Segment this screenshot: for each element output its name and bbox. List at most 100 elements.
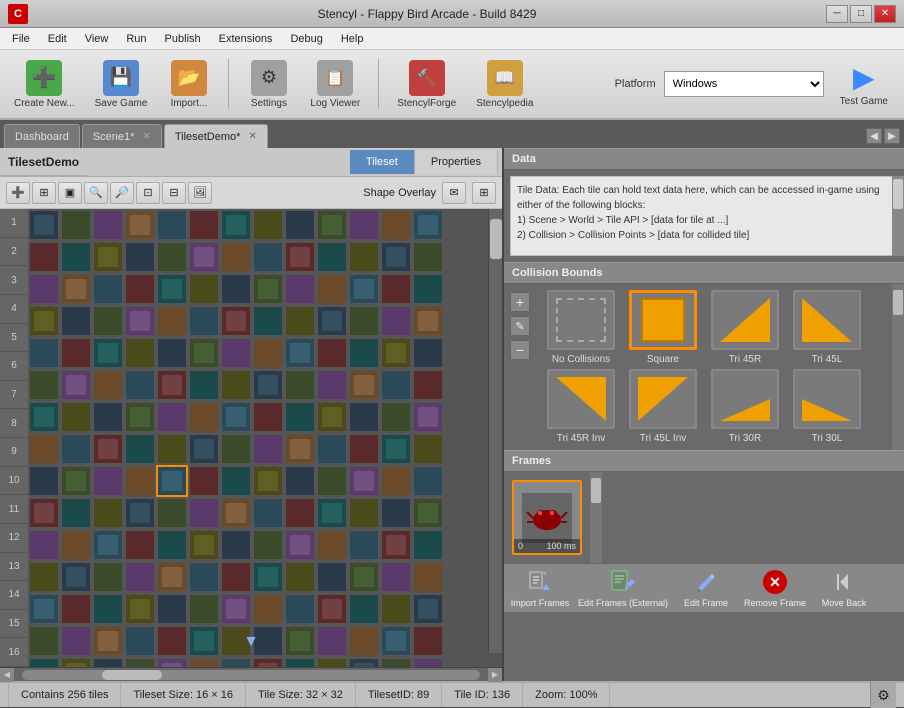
platform-select[interactable]: Windows Mac Linux Flash iOS Android <box>664 71 824 97</box>
tile-cell[interactable] <box>124 657 156 667</box>
tile-cell[interactable] <box>284 209 316 241</box>
tile-cell[interactable] <box>156 561 188 593</box>
collision-add-btn[interactable]: + <box>510 292 530 312</box>
tile-cell[interactable] <box>188 593 220 625</box>
collision-remove-btn[interactable]: − <box>510 340 530 360</box>
tile-cell[interactable] <box>284 657 316 667</box>
collision-tri45rinv-icon[interactable] <box>547 369 615 429</box>
tile-cell[interactable] <box>188 337 220 369</box>
tile-cell[interactable] <box>28 369 60 401</box>
tile-cell[interactable] <box>284 529 316 561</box>
tile-cell[interactable] <box>92 593 124 625</box>
tile-cell[interactable] <box>252 657 284 667</box>
data-section-scrollbar[interactable] <box>892 176 904 256</box>
ts-zoom-out-btn[interactable]: 🔎 <box>110 182 134 204</box>
tile-cell[interactable] <box>284 593 316 625</box>
tile-cell[interactable] <box>124 625 156 657</box>
h-scrollbar-thumb[interactable] <box>102 670 162 680</box>
tile-cell[interactable] <box>284 433 316 465</box>
tile-cell[interactable] <box>60 529 92 561</box>
tile-cell[interactable] <box>316 273 348 305</box>
tile-cell[interactable] <box>316 433 348 465</box>
tile-cell[interactable] <box>348 241 380 273</box>
stencylforge-button[interactable]: 🔨 StencylForge <box>391 56 462 113</box>
h-scrollbar[interactable]: ◀ ▶ <box>0 667 502 681</box>
tile-cell[interactable] <box>412 241 444 273</box>
frames-scrollbar-thumb[interactable] <box>591 478 601 503</box>
tile-cell[interactable] <box>60 625 92 657</box>
tile-cell[interactable] <box>412 401 444 433</box>
tile-cell[interactable] <box>156 497 188 529</box>
tab-scene1-close[interactable]: ✕ <box>142 131 150 142</box>
tab-properties[interactable]: Properties <box>415 150 498 174</box>
tile-cell[interactable] <box>124 433 156 465</box>
tile-cell[interactable] <box>412 497 444 529</box>
menu-view[interactable]: View <box>77 31 117 47</box>
tile-cell[interactable] <box>28 273 60 305</box>
tile-cell[interactable] <box>28 561 60 593</box>
tile-cell[interactable] <box>156 529 188 561</box>
tile-cell[interactable] <box>316 625 348 657</box>
ts-view-btn[interactable]: 🖼 <box>188 182 212 204</box>
tile-cell[interactable] <box>124 273 156 305</box>
tile-cell[interactable] <box>252 305 284 337</box>
log-viewer-button[interactable]: 📋 Log Viewer <box>304 56 366 113</box>
tile-cell[interactable] <box>28 497 60 529</box>
tab-dashboard[interactable]: Dashboard <box>4 124 80 148</box>
collision-tri30l-icon[interactable] <box>793 369 861 429</box>
tile-cell[interactable] <box>220 305 252 337</box>
tile-cell[interactable] <box>252 465 284 497</box>
tile-cell[interactable] <box>252 593 284 625</box>
tile-cell[interactable] <box>412 625 444 657</box>
scroll-right-btn[interactable]: ▶ <box>488 668 502 682</box>
create-new-button[interactable]: ➕ Create New... <box>8 56 81 113</box>
tile-cell[interactable] <box>28 625 60 657</box>
tile-cell[interactable] <box>284 625 316 657</box>
tile-cell[interactable] <box>220 465 252 497</box>
collision-tri30r-icon[interactable] <box>711 369 779 429</box>
tile-cell[interactable] <box>92 561 124 593</box>
ts-zoom-in-btn[interactable]: 🔍 <box>84 182 108 204</box>
tile-cell[interactable] <box>348 273 380 305</box>
tile-cell[interactable] <box>348 305 380 337</box>
tile-cell[interactable] <box>348 625 380 657</box>
tile-cell[interactable] <box>188 305 220 337</box>
tile-cell[interactable] <box>316 337 348 369</box>
v-scrollbar[interactable] <box>488 209 502 653</box>
tile-cell[interactable] <box>124 465 156 497</box>
tile-cell[interactable] <box>220 593 252 625</box>
tile-cell[interactable] <box>348 657 380 667</box>
edit-frames-external-button[interactable]: Edit Frames (External) <box>578 568 668 608</box>
tile-cell[interactable] <box>348 369 380 401</box>
tile-cell[interactable] <box>348 209 380 241</box>
tile-cell[interactable] <box>412 657 444 667</box>
tile-cell[interactable] <box>380 561 412 593</box>
tile-cell[interactable] <box>156 273 188 305</box>
tile-cell[interactable] <box>348 433 380 465</box>
collision-tri45r-icon[interactable] <box>711 290 779 350</box>
tile-cell[interactable] <box>156 433 188 465</box>
tile-cell[interactable] <box>124 241 156 273</box>
collision-edit-btn[interactable]: ✎ <box>510 316 530 336</box>
tile-cell[interactable] <box>380 497 412 529</box>
tile-cell[interactable] <box>92 657 124 667</box>
tile-cell[interactable] <box>316 529 348 561</box>
frames-section-scrollbar[interactable] <box>590 472 602 563</box>
tile-cell[interactable] <box>252 209 284 241</box>
tile-cell[interactable] <box>412 369 444 401</box>
ts-fit-btn[interactable]: ⊡ <box>136 182 160 204</box>
settings-gear-button[interactable]: ⚙ <box>870 682 896 708</box>
tile-cell[interactable] <box>284 305 316 337</box>
tile-cell[interactable] <box>284 241 316 273</box>
tile-cell[interactable] <box>92 401 124 433</box>
edit-frame-button[interactable]: Edit Frame <box>676 568 736 608</box>
tile-cell[interactable] <box>60 241 92 273</box>
tile-cell[interactable] <box>156 337 188 369</box>
collision-section-scrollbar[interactable] <box>892 284 904 450</box>
menu-run[interactable]: Run <box>118 31 154 47</box>
tile-cell[interactable] <box>316 657 348 667</box>
tile-cell[interactable] <box>412 529 444 561</box>
tile-cell[interactable] <box>92 465 124 497</box>
data-section-scrollbar-thumb[interactable] <box>893 179 903 209</box>
tile-cell[interactable] <box>252 273 284 305</box>
